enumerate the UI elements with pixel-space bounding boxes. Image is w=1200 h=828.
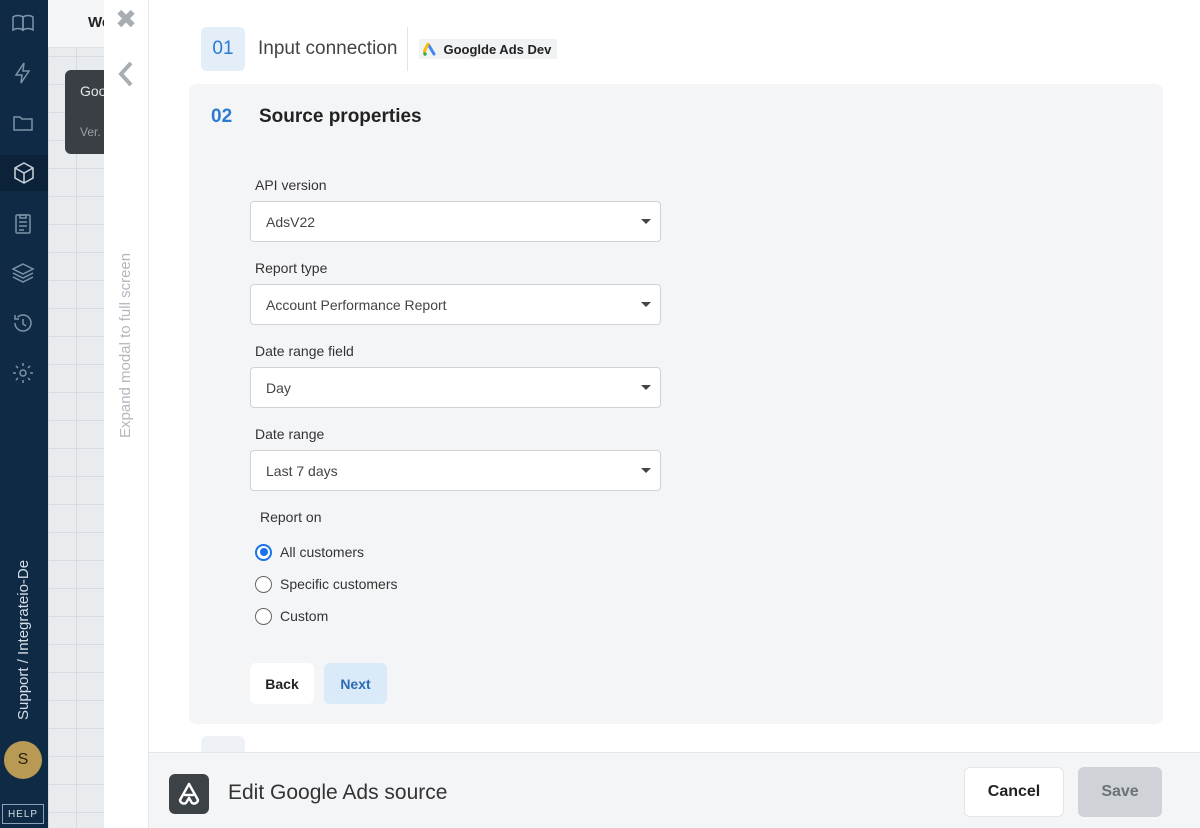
google-ads-icon xyxy=(423,42,436,56)
modal-footer: Edit Google Ads source Cancel Save xyxy=(149,752,1200,828)
step-input-connection[interactable]: 01 Input connection Googlde Ads Dev xyxy=(201,27,558,71)
connection-badge: Googlde Ads Dev xyxy=(419,39,558,59)
folder-icon[interactable] xyxy=(10,110,36,136)
radio-button[interactable] xyxy=(255,575,272,593)
history-icon[interactable] xyxy=(10,310,36,336)
modal-control-strip: ✖ Expand modal to full screen xyxy=(104,0,149,828)
caret-down-icon xyxy=(641,385,651,390)
footer-title: Edit Google Ads source xyxy=(228,781,448,804)
back-button[interactable]: Back xyxy=(250,663,314,704)
radio-label: Specific customers xyxy=(280,576,398,592)
select-value: Account Performance Report xyxy=(266,297,447,313)
component-subtitle: Ver. xyxy=(80,125,101,139)
panel-title: Source properties xyxy=(259,106,422,127)
app-sidebar: Support / Integrateio-De S HELP xyxy=(0,0,48,828)
panel-header: 02 Source properties xyxy=(211,106,422,128)
api-version-label: API version xyxy=(255,177,327,193)
workspace-topbar: We xyxy=(48,0,104,48)
settings-icon[interactable] xyxy=(10,360,36,386)
clipboard-icon[interactable] xyxy=(10,210,36,236)
report-type-label: Report type xyxy=(255,260,328,276)
bolt-icon[interactable] xyxy=(10,60,36,86)
select-value: AdsV22 xyxy=(266,214,316,230)
date-range-field-select[interactable]: Day xyxy=(250,367,661,408)
cancel-button[interactable]: Cancel xyxy=(964,767,1064,817)
date-range-label: Date range xyxy=(255,426,325,442)
radio-label: Custom xyxy=(280,608,329,624)
radio-label: All customers xyxy=(280,544,365,560)
radio-all-customers[interactable]: All customers xyxy=(255,542,364,562)
expand-modal-button[interactable]: Expand modal to full screen xyxy=(117,253,134,438)
workspace-background: We Goo Ver. xyxy=(48,0,104,828)
select-value: Day xyxy=(266,380,291,396)
source-properties-panel: 02 Source properties API version AdsV22 … xyxy=(189,84,1163,724)
layers-icon[interactable] xyxy=(10,260,36,286)
date-range-select[interactable]: Last 7 days xyxy=(250,450,661,491)
avatar[interactable]: S xyxy=(4,741,42,779)
next-step-indicator xyxy=(201,736,245,752)
radio-button[interactable] xyxy=(255,607,272,625)
caret-down-icon xyxy=(641,302,651,307)
integrate-logo-icon xyxy=(169,774,209,814)
radio-specific-customers[interactable]: Specific customers xyxy=(255,574,397,594)
package-icon[interactable] xyxy=(0,155,48,191)
help-button[interactable]: HELP xyxy=(2,804,44,824)
component-name: Goo xyxy=(80,83,104,99)
divider xyxy=(407,27,409,71)
workspace-title: We xyxy=(88,14,104,31)
step-title: Input connection xyxy=(258,38,398,59)
chevron-left-icon[interactable] xyxy=(115,60,137,88)
radio-custom[interactable]: Custom xyxy=(255,606,328,626)
radio-button[interactable] xyxy=(255,543,272,561)
date-range-field-label: Date range field xyxy=(255,343,354,359)
select-value: Last 7 days xyxy=(266,463,338,479)
caret-down-icon xyxy=(641,468,651,473)
api-version-select[interactable]: AdsV22 xyxy=(250,201,661,242)
caret-down-icon xyxy=(641,219,651,224)
breadcrumb[interactable]: Support / Integrateio-De xyxy=(8,530,38,720)
workspace-component-card: Goo Ver. xyxy=(65,70,104,154)
book-icon[interactable] xyxy=(10,10,36,36)
connection-name: Googlde Ads Dev xyxy=(443,41,552,57)
report-type-select[interactable]: Account Performance Report xyxy=(250,284,661,325)
report-on-label: Report on xyxy=(260,509,322,525)
step-number: 01 xyxy=(201,27,245,71)
close-icon[interactable]: ✖ xyxy=(114,6,138,32)
save-button[interactable]: Save xyxy=(1078,767,1162,817)
step-number: 02 xyxy=(211,106,233,127)
next-button[interactable]: Next xyxy=(324,663,387,704)
breadcrumb-text: Support / Integrateio-De xyxy=(15,559,32,720)
modal-content: 01 Input connection Googlde Ads Dev 02 S… xyxy=(149,0,1200,752)
